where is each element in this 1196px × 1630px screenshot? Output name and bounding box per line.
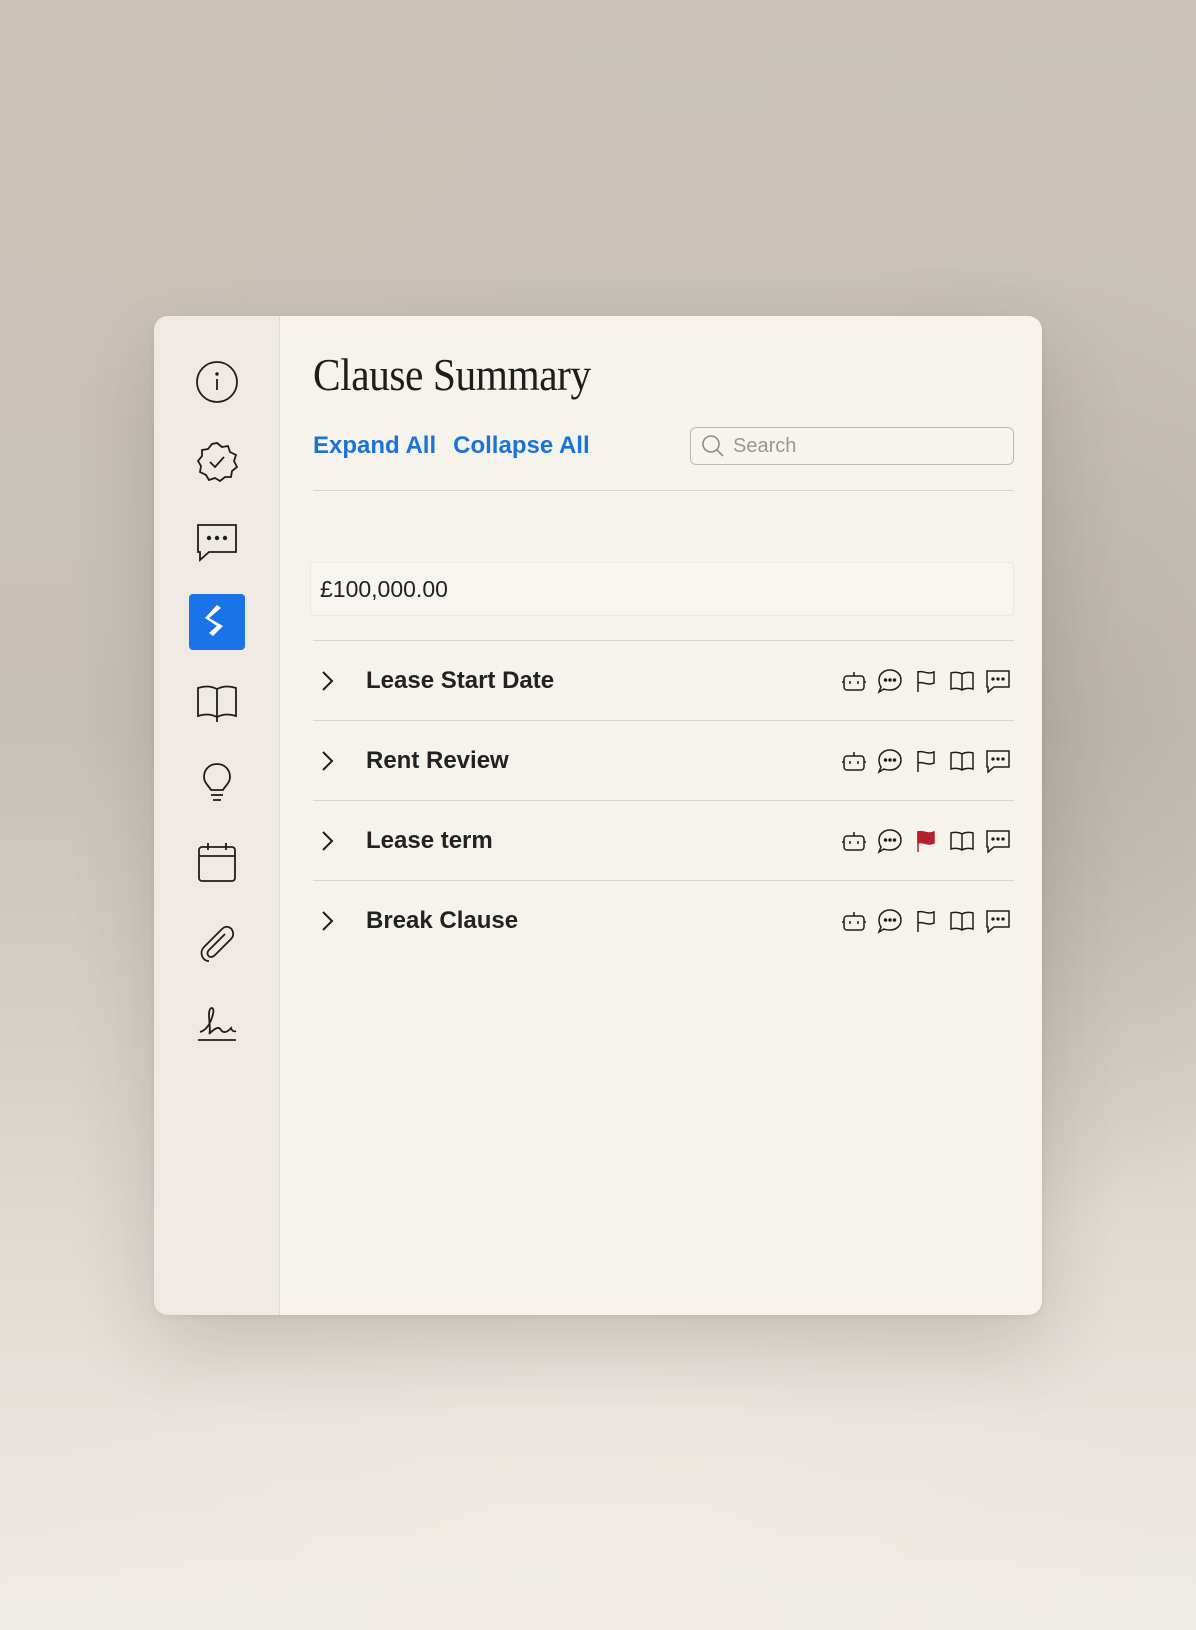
- sidebar-item-calendar[interactable]: [189, 834, 245, 890]
- clause-label: Lease term: [366, 826, 493, 854]
- chat-icon: [196, 524, 237, 563]
- message-icon[interactable]: [984, 827, 1012, 855]
- search-input[interactable]: [731, 433, 995, 459]
- main-content: Clause Summary Expand All Collapse All £…: [280, 316, 1042, 1315]
- comment-icon[interactable]: [876, 827, 904, 855]
- sidebar-item-brand[interactable]: [188, 594, 245, 650]
- flag-icon[interactable]: [912, 667, 940, 695]
- sidebar-item-attachments[interactable]: [189, 914, 245, 970]
- signature-icon: [197, 1007, 236, 1041]
- book-icon: [196, 685, 237, 722]
- clause-actions: [840, 827, 1012, 855]
- clause-label: Break Clause: [366, 907, 519, 934]
- clause-actions: [840, 747, 1012, 775]
- amount-field[interactable]: £100,000.00: [310, 562, 1014, 616]
- expand-all-link[interactable]: Expand All: [313, 432, 436, 460]
- book-icon[interactable]: [948, 667, 976, 695]
- page-title: Clause Summary: [313, 349, 591, 400]
- robot-icon[interactable]: [840, 827, 868, 855]
- clause-actions: [840, 907, 1012, 935]
- flag-icon[interactable]: [912, 907, 940, 935]
- toolbar: Expand All Collapse All: [313, 426, 1014, 466]
- comment-icon[interactable]: [876, 747, 904, 775]
- calendar-icon: [197, 843, 236, 882]
- toolbar-divider: [313, 490, 1014, 491]
- message-icon[interactable]: [984, 667, 1012, 695]
- sidebar-item-verified[interactable]: [189, 434, 245, 490]
- sidebar-item-ideas[interactable]: [189, 754, 245, 810]
- book-icon[interactable]: [948, 747, 976, 775]
- book-icon[interactable]: [948, 907, 976, 935]
- comment-icon[interactable]: [876, 667, 904, 695]
- book-icon[interactable]: [948, 827, 976, 855]
- robot-icon[interactable]: [840, 667, 868, 695]
- sidebar-item-book[interactable]: [189, 674, 245, 730]
- comment-icon[interactable]: [876, 907, 904, 935]
- chevron-right-icon[interactable]: [315, 909, 339, 933]
- clause-label: Rent Review: [366, 746, 509, 774]
- clause-row[interactable]: Lease term: [313, 801, 1014, 881]
- chevron-right-icon[interactable]: [315, 749, 339, 773]
- sidebar-item-info[interactable]: [189, 354, 245, 410]
- clause-actions: [840, 667, 1012, 695]
- message-icon[interactable]: [984, 747, 1012, 775]
- search-icon: [702, 435, 724, 457]
- brand-s-icon: [204, 605, 223, 636]
- info-icon: [195, 361, 238, 403]
- collapse-all-link[interactable]: Collapse All: [453, 432, 589, 460]
- chevron-right-icon[interactable]: [315, 829, 339, 853]
- clause-summary-panel: Clause Summary Expand All Collapse All £…: [154, 316, 1042, 1315]
- search-box[interactable]: [690, 427, 1014, 465]
- clause-list: Lease Start Date Rent Review Lease term …: [313, 641, 1014, 961]
- verified-badge-icon: [196, 442, 238, 483]
- lightbulb-icon: [202, 763, 231, 801]
- message-icon[interactable]: [984, 907, 1012, 935]
- clause-label: Lease Start Date: [366, 666, 555, 694]
- chevron-right-icon[interactable]: [315, 669, 339, 693]
- sidebar-item-chat[interactable]: [189, 514, 245, 570]
- flag-icon-active[interactable]: [912, 827, 940, 855]
- clause-row[interactable]: Break Clause: [313, 881, 1014, 961]
- robot-icon[interactable]: [840, 907, 868, 935]
- paperclip-icon: [200, 925, 234, 962]
- sidebar: [154, 316, 280, 1315]
- flag-icon[interactable]: [912, 747, 940, 775]
- sidebar-item-signature[interactable]: [189, 994, 245, 1050]
- robot-icon[interactable]: [840, 747, 868, 775]
- clause-row[interactable]: Lease Start Date: [313, 641, 1014, 721]
- clause-row[interactable]: Rent Review: [313, 721, 1014, 801]
